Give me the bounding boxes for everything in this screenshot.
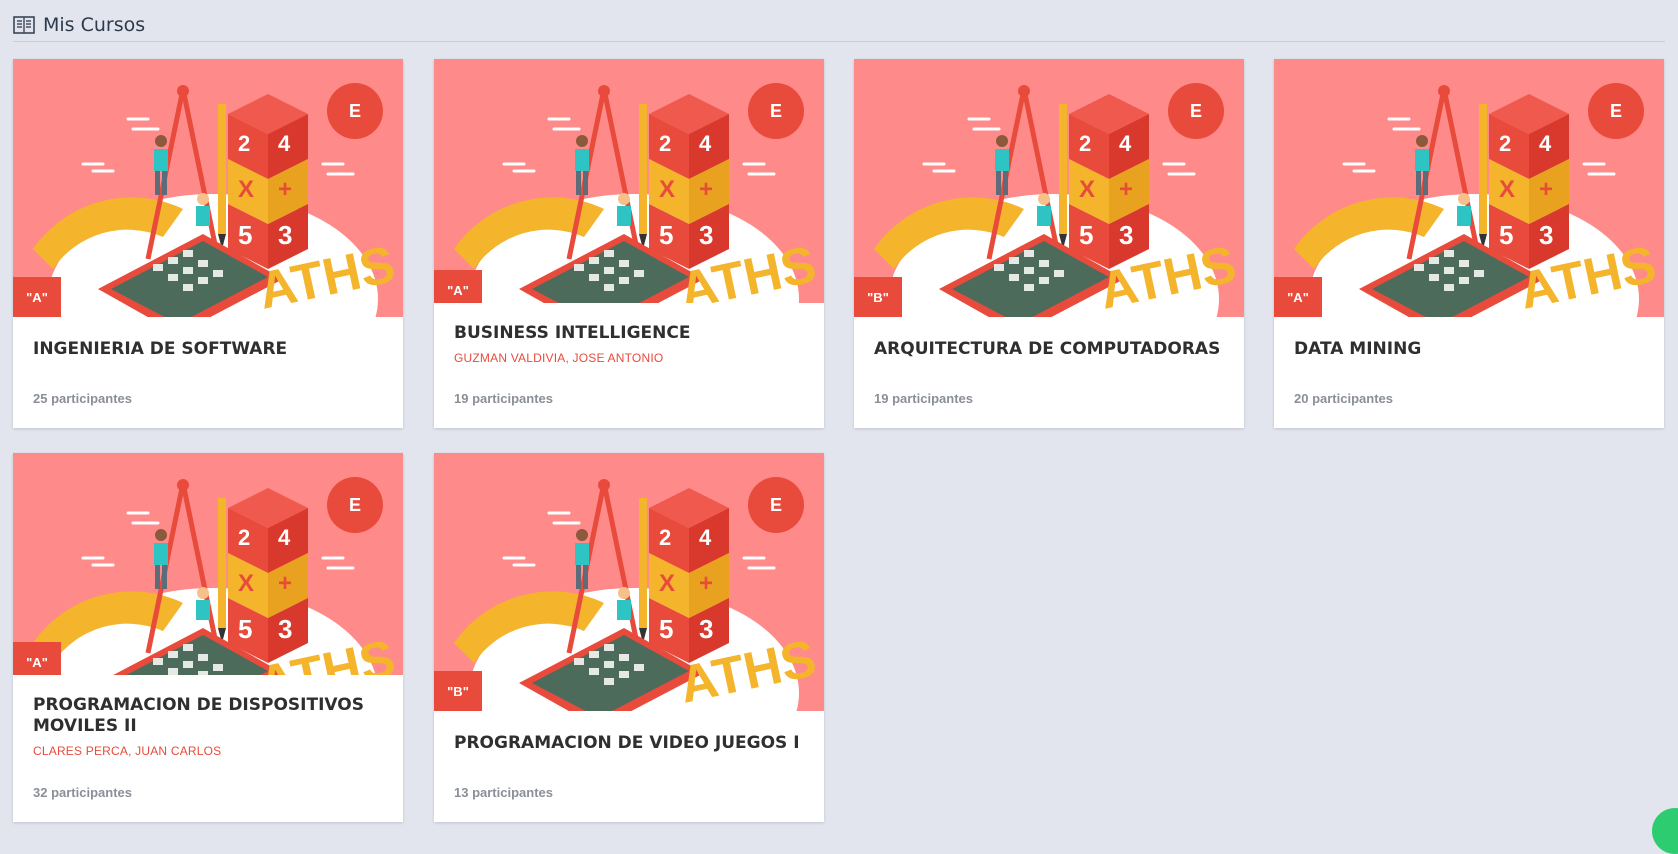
course-initial-badge: E [748,83,804,139]
course-banner[interactable]: 2 4 X + 5 3 ATHS E "B" [854,59,1244,317]
course-title[interactable]: INGENIERIA DE SOFTWARE [33,339,383,360]
svg-text:4: 4 [699,525,712,550]
course-banner[interactable]: 2 4 X + 5 3 ATHS E "A" [13,59,403,317]
course-banner[interactable]: 2 4 X + 5 3 ATHS E "B" [434,453,824,711]
svg-text:2: 2 [659,131,671,156]
page-header: Mis Cursos [13,8,1665,42]
svg-text:4: 4 [1539,131,1552,156]
svg-text:2: 2 [238,525,250,550]
course-title[interactable]: BUSINESS INTELLIGENCE [454,323,804,344]
svg-text:4: 4 [278,525,291,550]
svg-text:+: + [1539,176,1553,203]
svg-text:4: 4 [699,131,712,156]
participants-count: 25 participantes [33,391,132,406]
participants-count: 19 participantes [874,391,973,406]
svg-text:2: 2 [1079,131,1091,156]
svg-text:3: 3 [278,220,292,250]
course-initial-badge: E [1588,83,1644,139]
participants-count: 32 participantes [33,785,132,800]
svg-text:X: X [659,176,675,203]
course-card[interactable]: 2 4 X + 5 3 ATHS E "A" PROGRAMACION DE D… [13,453,403,822]
course-card[interactable]: 2 4 X + 5 3 ATHS E "A" INGENIERIA DE SOF… [13,59,403,428]
course-teacher: CLARES PERCA, JUAN CARLOS [33,744,222,758]
svg-text:X: X [238,570,254,597]
course-initial-badge: E [1168,83,1224,139]
svg-text:4: 4 [278,131,291,156]
section-badge: "B" [854,277,902,317]
svg-text:3: 3 [278,614,292,644]
section-badge: "B" [434,671,482,711]
course-title[interactable]: PROGRAMACION DE VIDEO JUEGOS I [454,733,804,754]
course-title[interactable]: PROGRAMACION DE DISPOSITIVOS MOVILES II [33,695,383,737]
course-banner[interactable]: 2 4 X + 5 3 ATHS E "A" [13,453,403,675]
svg-text:+: + [278,570,292,597]
svg-text:+: + [278,176,292,203]
svg-text:+: + [1119,176,1133,203]
course-title[interactable]: ARQUITECTURA DE COMPUTADORAS [874,339,1224,360]
svg-text:5: 5 [1079,220,1093,250]
svg-text:+: + [699,570,713,597]
section-badge: "A" [13,642,61,675]
floating-chat-button[interactable] [1652,808,1678,854]
section-badge: "A" [13,277,61,317]
svg-text:3: 3 [1119,220,1133,250]
participants-count: 13 participantes [454,785,553,800]
course-card[interactable]: 2 4 X + 5 3 ATHS E "A" DATA MINING 20 pa… [1274,59,1664,428]
svg-text:X: X [1499,176,1515,203]
section-badge: "A" [434,270,482,303]
book-list-icon [13,15,35,34]
participants-count: 20 participantes [1294,391,1393,406]
svg-text:4: 4 [1119,131,1132,156]
svg-text:5: 5 [238,220,252,250]
course-initial-badge: E [748,477,804,533]
course-teacher: GUZMAN VALDIVIA, JOSE ANTONIO [454,351,664,365]
course-card[interactable]: 2 4 X + 5 3 ATHS E "B" PROGRAMACION DE V… [434,453,824,822]
course-banner[interactable]: 2 4 X + 5 3 ATHS E "A" [434,59,824,303]
svg-text:3: 3 [1539,220,1553,250]
participants-count: 19 participantes [454,391,553,406]
course-title[interactable]: DATA MINING [1294,339,1644,360]
course-card[interactable]: 2 4 X + 5 3 ATHS E "A" BUSINESS INTELLIG… [434,59,824,428]
svg-text:5: 5 [238,614,252,644]
svg-text:X: X [1079,176,1095,203]
svg-text:X: X [238,176,254,203]
svg-text:2: 2 [1499,131,1511,156]
svg-text:5: 5 [1499,220,1513,250]
svg-text:5: 5 [659,614,673,644]
svg-text:5: 5 [659,220,673,250]
svg-text:2: 2 [659,525,671,550]
course-card[interactable]: 2 4 X + 5 3 ATHS E "B" ARQUITECTURA DE C… [854,59,1244,428]
page-title: Mis Cursos [43,13,146,36]
svg-text:3: 3 [699,220,713,250]
section-badge: "A" [1274,277,1322,317]
course-initial-badge: E [327,477,383,533]
course-initial-badge: E [327,83,383,139]
svg-text:2: 2 [238,131,250,156]
course-banner[interactable]: 2 4 X + 5 3 ATHS E "A" [1274,59,1664,317]
svg-text:X: X [659,570,675,597]
svg-text:3: 3 [699,614,713,644]
svg-text:+: + [699,176,713,203]
